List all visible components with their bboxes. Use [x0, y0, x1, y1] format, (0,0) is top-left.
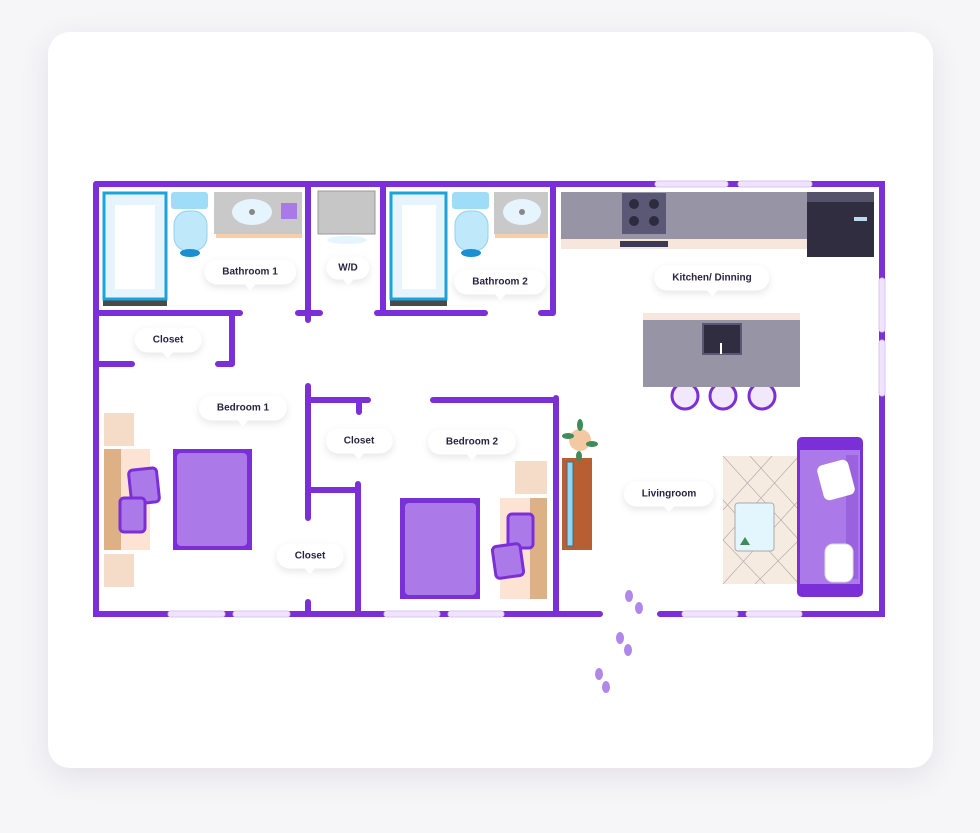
- room-label-bedroom-1: Bedroom 1: [198, 395, 288, 427]
- bathtub-icon: [102, 191, 168, 306]
- room-label-bathroom-2: Bathroom 2: [454, 269, 546, 301]
- room-label-closet-3: Closet: [276, 543, 344, 575]
- bar-stool-icon: [643, 380, 800, 411]
- room-label-closet-2: Closet: [325, 428, 393, 460]
- toilet-icon: [452, 192, 489, 257]
- coffee-table-icon: [734, 502, 775, 552]
- bed-icon: [104, 449, 252, 550]
- bed-icon: [400, 498, 547, 599]
- plant-icon: [562, 419, 598, 461]
- footprints-icon: [595, 590, 643, 693]
- kitchen-island-icon: [643, 313, 800, 387]
- sofa-icon: [797, 437, 863, 597]
- room-label-livingroom: Livingroom: [623, 481, 715, 513]
- sink-icon: [214, 192, 302, 238]
- toilet-icon: [171, 192, 208, 257]
- room-label-washer-dryer: W/D: [326, 256, 370, 286]
- bathtub-icon: [389, 191, 448, 306]
- room-label-closet-1: Closet: [134, 327, 202, 359]
- tv-stand-icon: [562, 458, 592, 550]
- sink-icon: [494, 192, 548, 238]
- nightstand-icon: [515, 461, 547, 494]
- room-label-bathroom-1: Bathroom 1: [204, 259, 296, 291]
- kitchen-counter: [561, 192, 807, 249]
- refrigerator-icon: [807, 192, 874, 257]
- washer-dryer-icon: [317, 190, 376, 244]
- room-label-bedroom-2: Bedroom 2: [427, 429, 517, 461]
- room-label-kitchen-dining: Kitchen/ Dinning: [654, 265, 770, 297]
- floor-plan: [93, 180, 886, 693]
